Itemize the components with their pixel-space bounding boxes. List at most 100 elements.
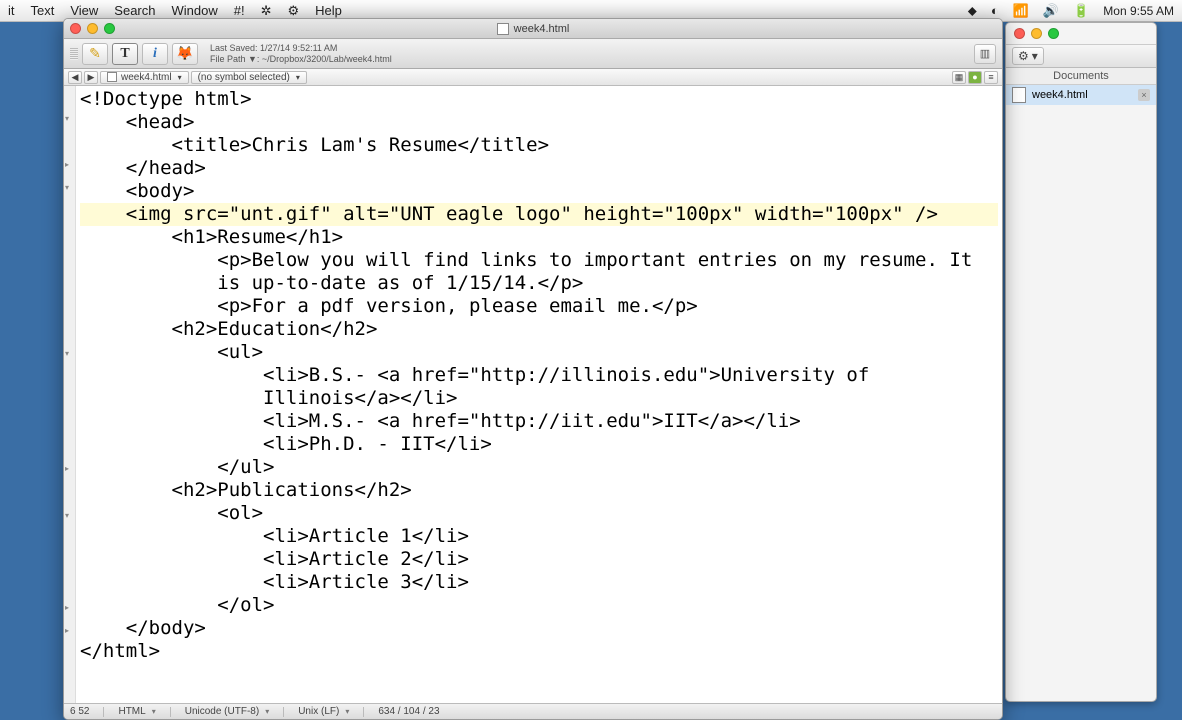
menubar-right: ⬥ ◐ 📶 🔊 🔋 Mon 9:55 AM [968, 3, 1174, 19]
traffic-lights [1006, 23, 1156, 44]
menu-item[interactable]: Help [315, 3, 342, 18]
chevron-down-icon: ▾ [1032, 49, 1038, 63]
editor-toolbar: ✎ T i 🦊 Last Saved: 1/27/14 9:52:11 AM F… [64, 39, 1002, 69]
save-info: Last Saved: 1/27/14 9:52:11 AM File Path… [210, 43, 392, 65]
fold-gutter[interactable]: ▾ ▸ ▾ ▾ ▸ ▾ ▸ ▸ [64, 86, 76, 703]
code-line: <li>Article 2</li> [80, 548, 469, 570]
toolbar-grip[interactable] [70, 48, 78, 60]
gear-icon: ⚙ [1018, 49, 1029, 63]
menu-item[interactable]: Search [114, 3, 155, 18]
code-line: <ul> [80, 341, 263, 363]
preview-firefox-button[interactable]: 🦊 [172, 43, 198, 65]
fold-marker[interactable]: ▾ [65, 511, 69, 520]
language-dropdown[interactable]: HTML [118, 706, 155, 717]
menu-item-icon[interactable]: ✲ [261, 3, 272, 19]
nav-file-label: week4.html [121, 72, 172, 83]
chevron-down-icon: ▾ [178, 73, 182, 82]
code-line: <li>Article 3</li> [80, 571, 469, 593]
nav-tool-button[interactable]: ▦ [952, 71, 966, 84]
code-line: is up-to-date as of 1/15/14.</p> [80, 272, 583, 294]
status-icon[interactable]: ⬥ [968, 3, 977, 19]
menu-item-icon[interactable]: ⚙ [288, 3, 300, 19]
sidebar-toggle-button[interactable]: ▥ [974, 44, 996, 64]
nav-tool-button[interactable]: ● [968, 71, 982, 84]
code-line: <p>Below you will find links to importan… [80, 249, 972, 271]
menu-item[interactable]: it [8, 3, 15, 18]
menu-item[interactable]: View [70, 3, 98, 18]
battery-icon[interactable]: 🔋 [1073, 3, 1089, 19]
nav-tool-button[interactable]: ≡ [984, 71, 998, 84]
documents-drawer: ⚙ ▾ Documents week4.html × [1005, 22, 1157, 702]
volume-icon[interactable]: 🔊 [1043, 3, 1059, 19]
nav-symbol-label: (no symbol selected) [198, 72, 290, 83]
minimize-button[interactable] [87, 23, 98, 34]
code-line: <!Doctype html> [80, 88, 252, 110]
nav-bar: ◀ ▶ week4.html ▾ (no symbol selected) ▾ … [64, 69, 1002, 86]
code-line: <li>Ph.D. - IIT</li> [80, 433, 492, 455]
document-icon [107, 72, 117, 82]
file-dropdown[interactable]: week4.html ▾ [100, 71, 189, 84]
edit-button[interactable]: ✎ [82, 43, 108, 65]
nav-back-button[interactable]: ◀ [68, 71, 82, 84]
close-file-button[interactable]: × [1138, 89, 1150, 101]
menu-item-shebang[interactable]: #! [234, 3, 245, 18]
code-line: <title>Chris Lam's Resume</title> [80, 134, 549, 156]
nav-forward-button[interactable]: ▶ [84, 71, 98, 84]
code-line: <h2>Education</h2> [80, 318, 377, 340]
code-line: <p>For a pdf version, please email me.</… [80, 295, 698, 317]
fold-marker[interactable]: ▸ [65, 160, 69, 169]
wifi-icon[interactable]: 📶 [1013, 3, 1029, 19]
code-line: <body> [80, 180, 194, 202]
status-counts: 634 / 104 / 23 [378, 706, 439, 717]
fold-marker[interactable]: ▾ [65, 114, 69, 123]
code-editor[interactable]: <!Doctype html> <head> <title>Chris Lam'… [76, 86, 1002, 703]
code-line: <head> [80, 111, 194, 133]
code-line: <h1>Resume</h1> [80, 226, 343, 248]
menu-item[interactable]: Text [31, 3, 55, 18]
code-line: </ol> [80, 594, 274, 616]
code-line: <li>B.S.- <a href="http://illinois.edu">… [80, 364, 869, 386]
text-mode-button[interactable]: T [112, 43, 138, 65]
clock[interactable]: Mon 9:55 AM [1103, 4, 1174, 18]
code-line: </html> [80, 640, 160, 662]
documents-header: Documents [1006, 68, 1156, 85]
menu-item[interactable]: Window [172, 3, 218, 18]
code-line: </head> [80, 157, 206, 179]
traffic-lights [70, 23, 115, 34]
fold-marker[interactable]: ▸ [65, 603, 69, 612]
info-button[interactable]: i [142, 43, 168, 65]
line-ending-dropdown[interactable]: Unix (LF) [298, 706, 349, 717]
code-line: <li>M.S.- <a href="http://iit.edu">IIT</… [80, 410, 801, 432]
status-bar: 6 52 HTML Unicode (UTF-8) Unix (LF) 634 … [64, 703, 1002, 719]
close-button[interactable] [70, 23, 81, 34]
file-row[interactable]: week4.html × [1006, 85, 1156, 105]
pencil-icon: ✎ [89, 45, 101, 62]
encoding-dropdown[interactable]: Unicode (UTF-8) [185, 706, 269, 717]
firefox-icon: 🦊 [176, 45, 193, 62]
gear-dropdown[interactable]: ⚙ ▾ [1012, 47, 1044, 65]
drawer-toolbar: ⚙ ▾ [1006, 44, 1156, 68]
fold-marker[interactable]: ▸ [65, 464, 69, 473]
fold-marker[interactable]: ▾ [65, 183, 69, 192]
file-path-label[interactable]: File Path ▼: ~/Dropbox/3200/Lab/week4.ht… [210, 54, 392, 65]
fold-marker[interactable]: ▾ [65, 349, 69, 358]
code-line: </body> [80, 617, 206, 639]
symbol-dropdown[interactable]: (no symbol selected) ▾ [191, 71, 307, 84]
code-area: ▾ ▸ ▾ ▾ ▸ ▾ ▸ ▸ <!Doctype html> <head> <… [64, 86, 1002, 703]
code-line: <h2>Publications</h2> [80, 479, 412, 501]
code-line: </ul> [80, 456, 274, 478]
chevron-down-icon: ▾ [296, 73, 300, 82]
file-list: week4.html × [1006, 85, 1156, 105]
fold-marker[interactable]: ▸ [65, 626, 69, 635]
status-line-col: 6 52 [70, 706, 89, 717]
close-button[interactable] [1014, 28, 1025, 39]
zoom-button[interactable] [1048, 28, 1059, 39]
file-name: week4.html [1032, 89, 1088, 101]
editor-window: week4.html ✎ T i 🦊 Last Saved: 1/27/14 9… [63, 18, 1003, 720]
code-line: <ol> [80, 502, 263, 524]
status-icon[interactable]: ◐ [991, 3, 999, 18]
document-icon [1012, 87, 1026, 103]
window-titlebar[interactable]: week4.html [64, 19, 1002, 39]
zoom-button[interactable] [104, 23, 115, 34]
minimize-button[interactable] [1031, 28, 1042, 39]
